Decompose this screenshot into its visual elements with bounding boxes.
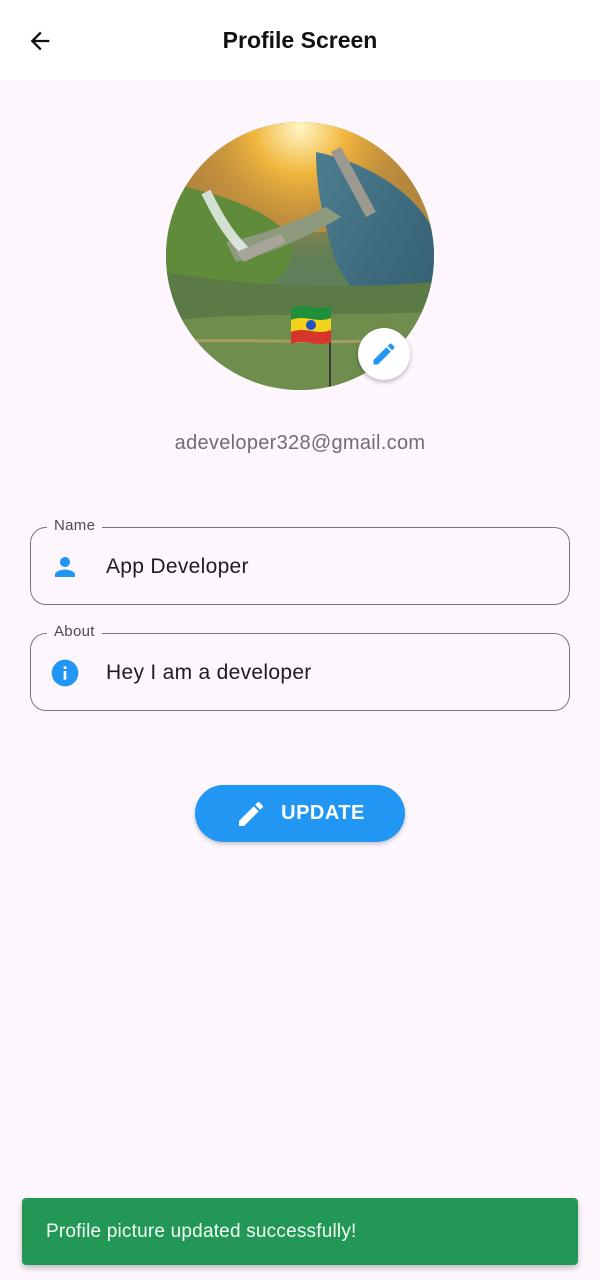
update-button[interactable]: UPDATE (195, 785, 405, 842)
about-field-label: About (47, 623, 102, 640)
edit-photo-button[interactable] (358, 328, 410, 380)
person-icon (49, 551, 81, 583)
page-title: Profile Screen (222, 27, 378, 53)
pencil-icon (239, 801, 264, 826)
info-icon (49, 657, 81, 689)
user-email: adeveloper328@gmail.com (174, 432, 426, 454)
snackbar: Profile picture updated successfully! (22, 1198, 578, 1265)
snackbar-message: Profile picture updated successfully! (46, 1220, 357, 1242)
name-field-label: Name (47, 517, 103, 534)
app-bar: Profile Screen (0, 0, 600, 81)
pencil-icon (373, 343, 395, 365)
name-input[interactable] (106, 552, 546, 582)
avatar-container (166, 122, 434, 390)
name-field[interactable]: Name (30, 517, 570, 605)
about-field[interactable]: About (30, 623, 570, 711)
update-button-label: UPDATE (281, 802, 365, 824)
about-input[interactable] (106, 658, 546, 688)
